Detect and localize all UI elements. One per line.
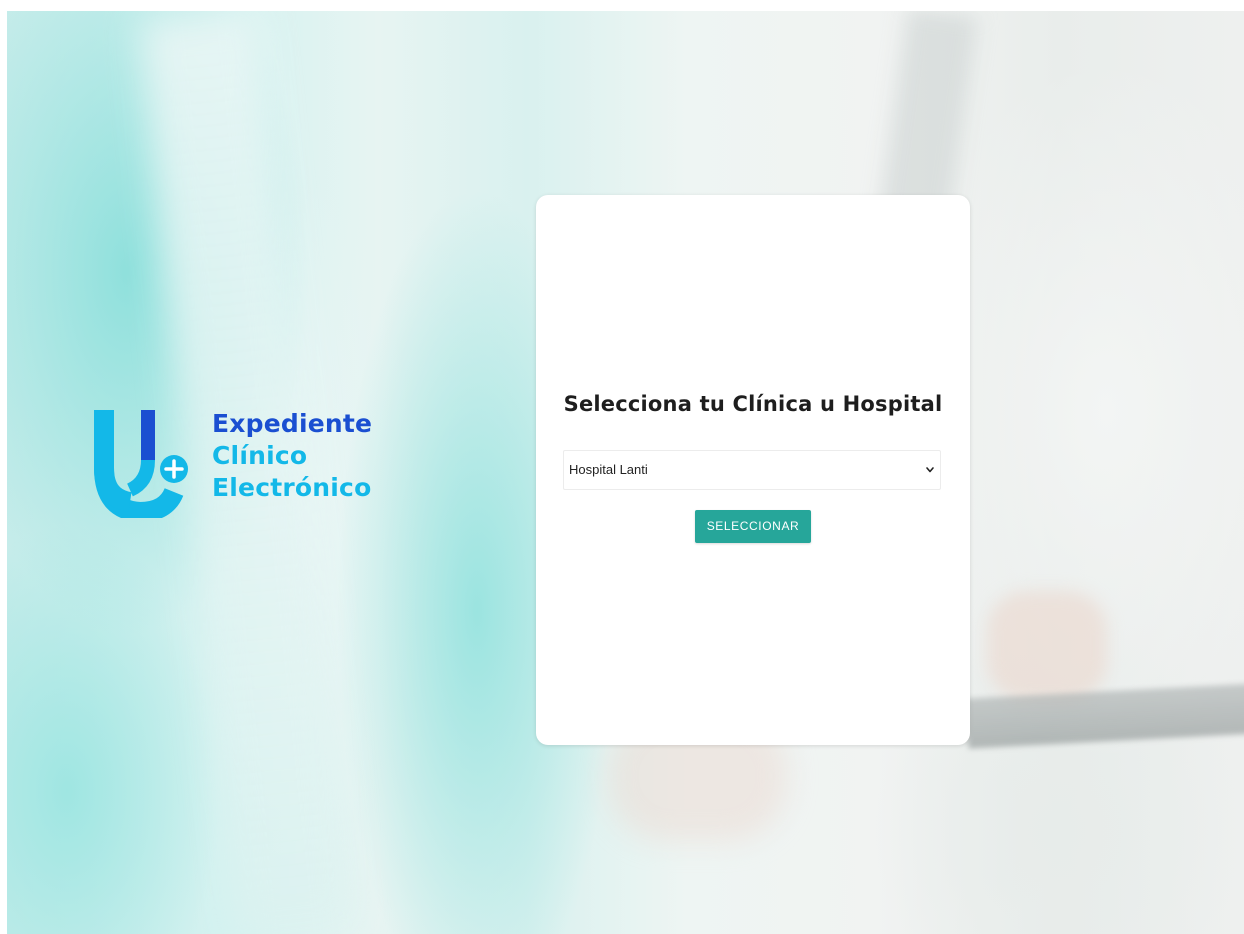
stethoscope-plus-icon — [94, 410, 188, 518]
hospital-select-card: Selecciona tu Clínica u Hospital Hospita… — [536, 195, 970, 745]
hospital-select-value: Hospital Lanti — [569, 462, 648, 477]
brand-logo: Expediente Clínico Electrónico — [90, 398, 390, 518]
select-button[interactable]: SELECCIONAR — [695, 510, 811, 543]
brand-line-1: Expediente — [212, 409, 373, 438]
brand-line-2: Clínico — [212, 441, 308, 470]
page-title: Selecciona tu Clínica u Hospital — [563, 392, 943, 416]
chevron-down-icon — [926, 467, 934, 473]
hospital-select[interactable]: Hospital Lanti — [563, 450, 941, 490]
brand-line-3: Electrónico — [212, 473, 372, 502]
brand-wordmark: Expediente Clínico Electrónico — [212, 408, 372, 504]
background-hand-blur — [987, 591, 1107, 701]
